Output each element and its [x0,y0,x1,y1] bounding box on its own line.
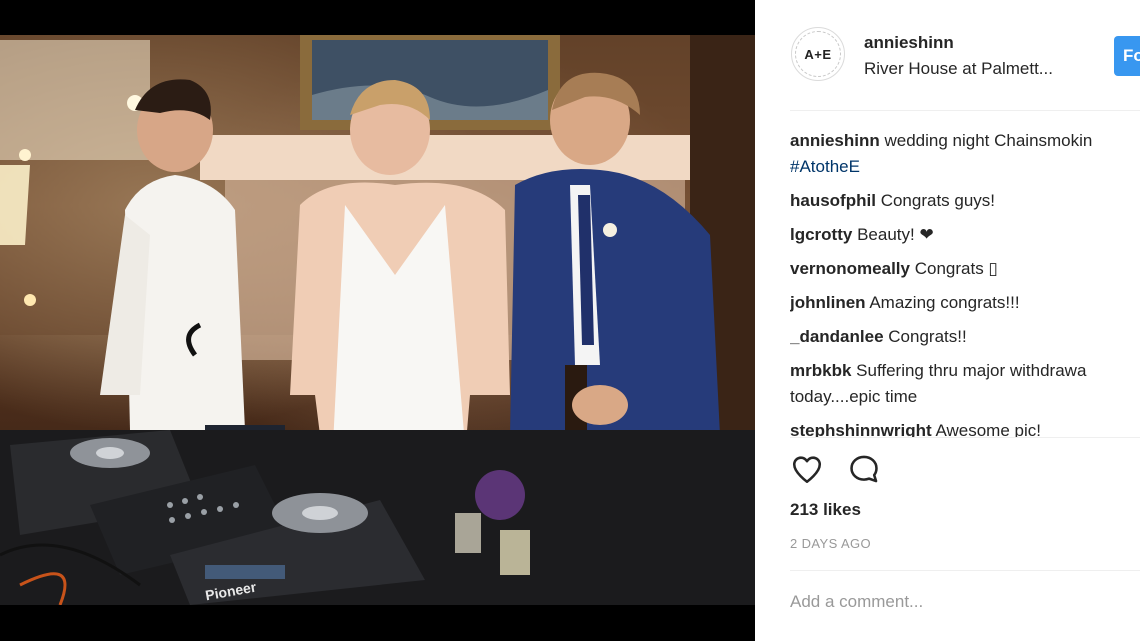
photo-pane: Pioneer [0,0,755,641]
comment-text: Congrats!! [888,327,967,346]
comment-text-continued: today....epic time [790,387,918,406]
comment-item: mrbkbk Suffering thru major withdrawa to… [790,358,1140,410]
comment-user[interactable]: hausofphil [790,191,876,210]
comment-text: Beauty! ❤ [857,225,934,244]
comment-item: hausofphil Congrats guys! [790,188,1140,214]
comment-user[interactable]: annieshinn [790,131,880,150]
comment-user[interactable]: mrbkbk [790,361,851,380]
comment-user[interactable]: _dandanlee [790,327,884,346]
comment-item: stephshinnwright Awesome pic! [790,418,1140,438]
avatar[interactable]: A+E [791,27,845,81]
post-username[interactable]: annieshinn [864,33,954,53]
photo-illustration [0,35,755,605]
header-divider [790,110,1140,111]
follow-button[interactable]: Fo [1114,36,1140,76]
post-timestamp[interactable]: 2 DAYS AGO [790,536,871,551]
hashtag-link[interactable]: #AtotheE [790,157,860,176]
avatar-logo: A+E [795,31,841,77]
comment-text: Suffering thru major withdrawa [856,361,1087,380]
comment-user[interactable]: vernonomeally [790,259,910,278]
post-location[interactable]: River House at Palmett... [864,59,1053,79]
comment-item: vernonomeally Congrats ▯ [790,256,1140,282]
comment-text: Amazing congrats!!! [869,293,1020,312]
likes-count[interactable]: 213 likes [790,500,861,520]
post-side-panel: A+E annieshinn River House at Palmett...… [755,0,1140,641]
footer-divider [790,570,1140,571]
heart-outline-icon[interactable] [790,452,824,486]
comments-divider [790,437,1140,438]
comment-item: _dandanlee Congrats!! [790,324,1140,350]
comments-list[interactable]: annieshinn wedding night Chainsmokin #At… [790,128,1140,438]
comment-text: Congrats ▯ [914,259,998,278]
add-comment-input[interactable]: Add a comment... [790,592,923,612]
comment-user[interactable]: johnlinen [790,293,866,312]
comment-text: Awesome pic! [935,421,1041,438]
comment-item: lgcrotty Beauty! ❤ [790,222,1140,248]
comment-user[interactable]: lgcrotty [790,225,852,244]
comment-text: Congrats guys! [880,191,996,210]
comment-caption: annieshinn wedding night Chainsmokin #At… [790,128,1140,180]
comment-text: wedding night Chainsmokin [884,131,1093,150]
comment-user[interactable]: stephshinnwright [790,421,932,438]
post-header: A+E annieshinn River House at Palmett...… [755,0,1140,110]
post-photo[interactable]: Pioneer [0,35,755,605]
comment-item: johnlinen Amazing congrats!!! [790,290,1140,316]
speech-bubble-icon[interactable] [847,452,881,486]
